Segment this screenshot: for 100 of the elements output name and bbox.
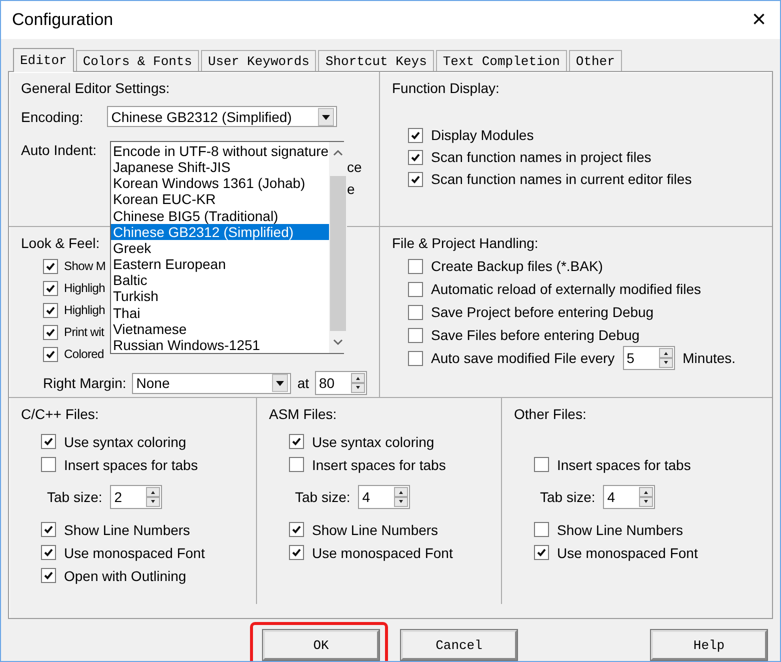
tab-size-label: Tab size: [47,489,102,505]
section-heading: Function Display: [392,80,500,96]
checkbox[interactable] [41,434,56,449]
checkbox-label: Save Files before entering Debug [431,327,640,343]
checkbox-label: Auto save modified File every [431,350,615,366]
checkbox[interactable] [43,324,58,340]
checkbox-label: Save Project before entering Debug [431,304,654,320]
checkbox[interactable] [289,434,304,449]
checkmark-icon [42,546,55,559]
list-item[interactable]: Russian Windows-1251 [111,336,329,354]
list-item[interactable]: Baltic [111,272,329,288]
section-heading: File & Project Handling: [392,235,538,251]
section-heading: C/C++ Files: [21,406,99,422]
spin-arrows-icon[interactable] [658,348,673,368]
checkbox-label: Scan function names in current editor files [431,171,692,187]
checkbox-label: Highligh [64,281,105,295]
checkbox[interactable] [534,457,549,472]
checkbox[interactable] [534,545,549,560]
checkmark-icon [42,523,55,536]
checkbox[interactable] [408,150,423,164]
checkbox-label: Insert spaces for tabs [312,456,446,472]
tab-size-label: Tab size: [295,489,350,505]
checkbox[interactable] [289,522,304,537]
checkmark-icon [290,435,303,448]
section-heading: General Editor Settings: [21,80,170,96]
checkbox-label: Automatic reload of externally modified files [431,281,702,297]
section-heading: Other Files: [514,406,586,422]
checkbox-label: Show Line Numbers [64,522,190,538]
checkbox[interactable] [43,302,58,318]
encoding-dropdown[interactable]: Chinese GB2312 (Simplified) [107,106,338,127]
checkbox-label: Insert spaces for tabs [557,456,691,472]
at-label: at [297,375,309,391]
checkbox[interactable] [289,545,304,560]
checkbox[interactable] [289,457,304,472]
checkbox[interactable] [41,457,56,472]
list-item[interactable]: Turkish [111,288,329,305]
tab[interactable]: Colors & Fonts [76,50,200,71]
dialog-button[interactable]: Cancel [401,630,517,660]
list-item[interactable]: Korean EUC-KR [111,191,329,208]
right-margin-label: Right Margin: [43,375,126,391]
spin-arrows-icon[interactable] [146,487,160,507]
list-item[interactable]: Thai [111,304,329,321]
checkmark-icon [42,435,55,448]
right-margin-dropdown[interactable]: None [132,372,292,394]
checkbox[interactable] [408,304,423,320]
spin-field[interactable]: 80 [315,371,367,395]
section-heading: ASM Files: [269,406,337,422]
tab[interactable]: Text Completion [436,50,567,71]
window-title: Configuration [12,10,114,30]
list-item[interactable]: Japanese Shift-JIS [111,159,329,176]
dialog-button[interactable]: Help [651,630,767,660]
scrollbar[interactable] [328,142,347,353]
checkbox-label: Use monospaced Font [64,544,205,560]
checkmark-icon [535,546,548,559]
spin-arrows-icon[interactable] [351,373,365,393]
checkbox[interactable] [534,522,549,537]
checkbox-label: Scan function names in project files [431,149,652,165]
tab[interactable]: Other [568,50,622,71]
spin-arrows-icon[interactable] [394,487,408,507]
spin-field[interactable]: 4 [358,485,410,509]
spin-field[interactable]: 2 [110,485,162,509]
tab[interactable]: Editor [13,48,74,72]
list-item[interactable]: Greek [111,240,329,256]
checkmark-icon [290,523,303,536]
encoding-label: Encoding: [21,108,84,124]
close-button[interactable]: × [752,8,766,32]
spin-arrows-icon[interactable] [639,487,654,507]
checkbox[interactable] [408,282,423,296]
checkbox[interactable] [408,128,423,142]
list-item[interactable]: Encode in UTF-8 without signature [111,143,329,160]
checkbox[interactable] [41,522,56,537]
checkbox[interactable] [408,328,423,342]
checkbox[interactable] [408,172,423,186]
checkmark-icon [290,546,303,559]
spin-field[interactable]: 5 [622,346,675,370]
list-item[interactable]: Korean Windows 1361 (Johab) [111,175,329,192]
checkbox-label: e [347,180,356,198]
checkbox[interactable] [41,545,56,560]
checkbox[interactable] [408,258,423,274]
checkbox[interactable] [43,346,58,362]
checkbox-label: Use monospaced Font [557,544,698,560]
list-item[interactable]: Chinese BIG5 (Traditional) [111,208,329,224]
checkbox-label: Use syntax coloring [312,434,434,450]
spin-field[interactable]: 4 [603,485,656,509]
list-item[interactable]: Vietnamese [111,320,329,337]
checkbox[interactable] [43,258,58,274]
list-item[interactable]: Eastern European [111,256,329,272]
dialog-button[interactable]: OK [263,630,379,660]
checkbox-label: Open with Outlining [64,568,186,584]
checkbox-label: Highligh [64,303,105,317]
checkbox[interactable] [43,280,58,296]
tab[interactable]: Shortcut Keys [318,50,434,71]
checkbox-label: Use syntax coloring [64,434,186,450]
checkbox-label: Show Line Numbers [312,522,438,538]
checkbox[interactable] [408,350,423,366]
checkbox[interactable] [41,568,56,583]
tab[interactable]: User Keywords [201,50,316,71]
checkbox-label: Insert spaces for tabs [64,456,198,472]
auto-indent-label: Auto Indent: [21,142,97,158]
list-item[interactable]: Chinese GB2312 (Simplified) [111,224,329,240]
